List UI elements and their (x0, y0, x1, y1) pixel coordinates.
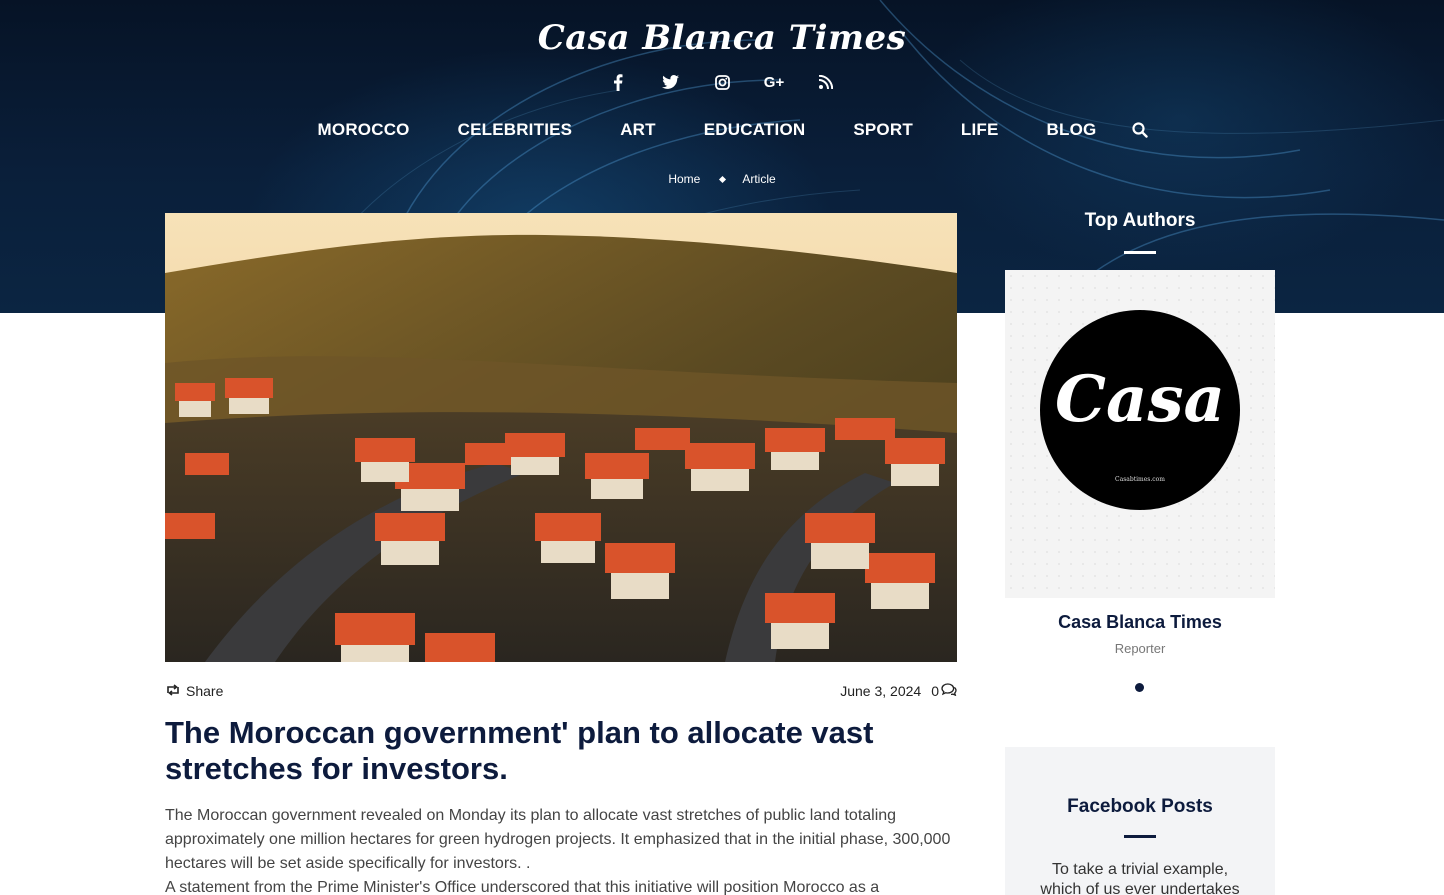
nav-item-celebrities[interactable]: CELEBRITIES (458, 120, 573, 140)
nav-item-blog[interactable]: BLOG (1047, 120, 1097, 140)
author-avatar: Casa Casabtimes.com (1040, 310, 1240, 510)
nav-item-education[interactable]: EDUCATION (704, 120, 806, 140)
author-name[interactable]: Casa Blanca Times (1005, 612, 1275, 633)
meta-right: June 3, 2024 0 (840, 683, 957, 699)
share-button[interactable]: Share (165, 683, 223, 699)
nav-item-morocco[interactable]: MOROCCO (318, 120, 410, 140)
article-image (165, 213, 957, 662)
avatar-site-text: Casabtimes.com (1115, 476, 1165, 483)
article-paragraph: The Moroccan government revealed on Mond… (165, 807, 951, 872)
breadcrumb-current: Article (742, 172, 776, 186)
instagram-icon[interactable] (711, 70, 733, 94)
heading-underline (1124, 251, 1156, 254)
comments-link[interactable]: 0 (931, 683, 957, 699)
author-role: Reporter (1114, 641, 1166, 656)
author-card[interactable]: Casa Casabtimes.com (1005, 270, 1275, 598)
article-meta: Share June 3, 2024 0 (165, 681, 957, 701)
site-logo[interactable]: Casa Blanca Times (0, 18, 1444, 58)
share-label: Share (186, 683, 224, 699)
avatar-logo-text: Casa (1055, 362, 1225, 437)
article-date: June 3, 2024 (840, 683, 922, 699)
rss-icon[interactable] (815, 70, 837, 94)
article-paragraph: A statement from the Prime Minister's Of… (165, 879, 880, 895)
breadcrumb-separator (719, 175, 727, 183)
facebook-posts-heading: Facebook Posts (1067, 796, 1213, 817)
search-icon[interactable] (1130, 118, 1150, 142)
main-nav: MOROCCO CELEBRITIES ART EDUCATION SPORT … (0, 118, 1444, 142)
nav-item-sport[interactable]: SPORT (853, 120, 913, 140)
facebook-post-text: To take a trivial example, which of us e… (1040, 861, 1240, 895)
comment-count: 0 (931, 683, 939, 699)
nav-item-art[interactable]: ART (620, 120, 656, 140)
breadcrumb-home[interactable]: Home (668, 172, 700, 186)
retweet-icon (165, 683, 181, 699)
article-body: The Moroccan government revealed on Mond… (165, 804, 957, 895)
top-authors-heading: Top Authors (1084, 210, 1196, 231)
google-plus-icon[interactable]: G+ (763, 70, 785, 94)
article-title: The Moroccan government' plan to allocat… (165, 715, 874, 786)
facebook-icon[interactable] (607, 70, 629, 94)
carousel-dot[interactable] (1135, 683, 1144, 692)
social-links: G+ (0, 70, 1444, 94)
breadcrumb: Home Article (0, 172, 1444, 186)
heading-underline (1124, 835, 1156, 838)
comments-icon (941, 683, 957, 699)
nav-item-life[interactable]: LIFE (961, 120, 999, 140)
twitter-icon[interactable] (659, 70, 681, 94)
